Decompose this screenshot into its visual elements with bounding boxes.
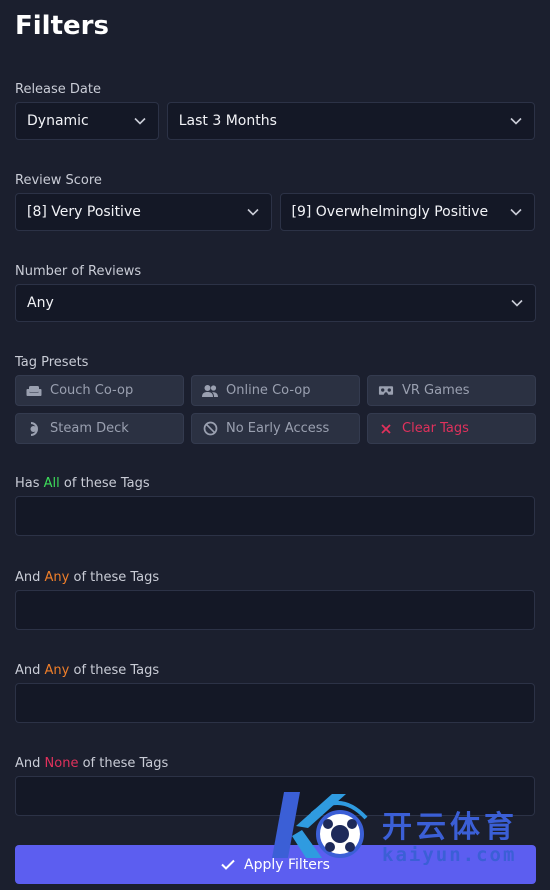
preset-clear-tags-button[interactable]: Clear Tags [367,413,536,444]
release-date-range-value: Last 3 Months [178,113,277,129]
and-none-tags-label: And None of these Tags [15,756,169,771]
and-any-tags-section-1: And Any of these Tags [15,566,535,630]
and-any-tags-section-2: And Any of these Tags [15,659,535,723]
tag-presets-label: Tag Presets [15,355,89,370]
page-title: Filters [15,11,109,41]
chevron-down-icon [246,208,259,216]
tag-presets-section: Tag Presets Couch Co-op Online Co-op VR … [15,351,536,444]
check-icon [221,859,235,870]
preset-label: Couch Co-op [50,383,134,398]
number-of-reviews-section: Number of Reviews Any [15,260,536,322]
number-of-reviews-value: Any [27,295,54,311]
chevron-down-icon [134,117,146,125]
tag-presets-grid: Couch Co-op Online Co-op VR Games Steam … [15,375,536,444]
chevron-down-icon [510,208,522,216]
release-date-range-select[interactable]: Last 3 Months [166,102,535,140]
close-icon [378,421,394,437]
preset-label: Online Co-op [226,383,311,398]
apply-filters-label: Apply Filters [244,856,330,873]
release-date-mode-select[interactable]: Dynamic [15,102,159,140]
no-entry-icon [202,421,218,437]
preset-label: Steam Deck [50,421,129,436]
apply-filters-button[interactable]: Apply Filters [15,845,536,884]
release-date-mode-value: Dynamic [27,113,89,129]
review-score-section: Review Score [8] Very Positive [9] Overw… [15,169,535,231]
has-all-tags-input[interactable] [15,496,535,536]
chevron-down-icon [510,117,522,125]
preset-couch-coop-button[interactable]: Couch Co-op [15,375,184,406]
and-any-tags-input-2[interactable] [15,683,535,723]
people-icon [202,383,218,399]
preset-steam-deck-button[interactable]: Steam Deck [15,413,184,444]
release-date-label: Release Date [15,82,101,97]
number-of-reviews-label: Number of Reviews [15,264,142,279]
preset-vr-games-button[interactable]: VR Games [367,375,536,406]
review-score-min-select[interactable]: [8] Very Positive [15,193,272,231]
has-all-tags-section: Has All of these Tags [15,472,535,536]
review-score-max-select[interactable]: [9] Overwhelmingly Positive [279,193,535,231]
steam-deck-icon [26,421,42,437]
and-any-tags-label-1: And Any of these Tags [15,570,160,585]
release-date-section: Release Date Dynamic Last 3 Months [15,78,535,140]
couch-icon [26,383,42,399]
preset-no-early-access-button[interactable]: No Early Access [191,413,360,444]
number-of-reviews-select[interactable]: Any [15,284,536,322]
filters-panel: Filters Release Date Dynamic Last 3 Mont… [0,0,550,816]
preset-label: Clear Tags [402,421,469,436]
vr-headset-icon [378,383,394,399]
preset-label: No Early Access [226,421,330,436]
chevron-down-icon [511,299,523,307]
preset-online-coop-button[interactable]: Online Co-op [191,375,360,406]
review-score-max-value: [9] Overwhelmingly Positive [291,204,489,220]
and-any-tags-input-1[interactable] [15,590,535,630]
preset-label: VR Games [402,383,470,398]
and-any-tags-label-2: And Any of these Tags [15,663,160,678]
has-all-tags-label: Has All of these Tags [15,476,150,491]
review-score-min-value: [8] Very Positive [27,204,141,220]
and-none-tags-section: And None of these Tags [15,752,535,816]
and-none-tags-input[interactable] [15,776,535,816]
review-score-label: Review Score [15,173,102,188]
